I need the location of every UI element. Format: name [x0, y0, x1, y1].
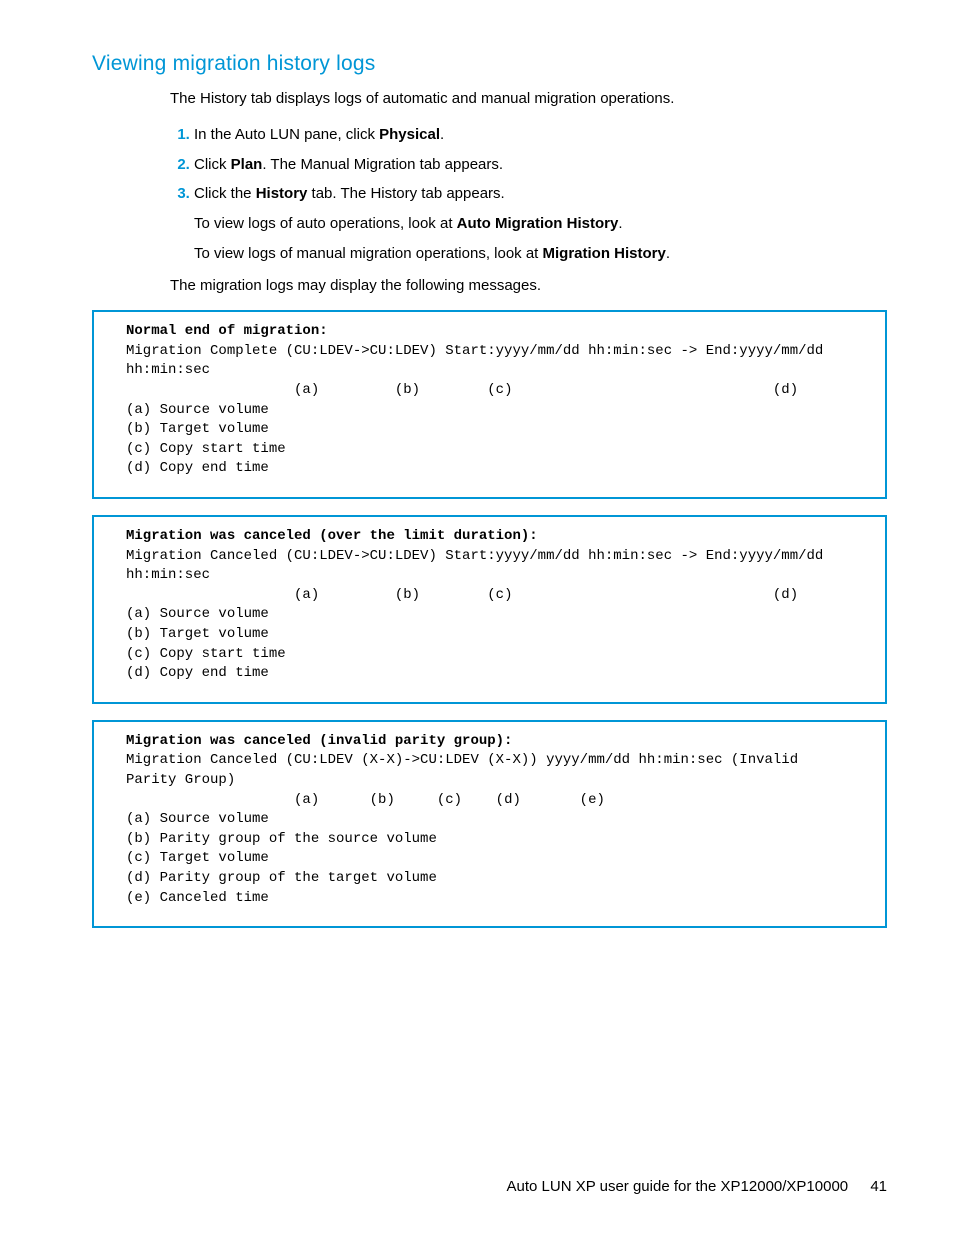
footer-page-number: 41 [870, 1178, 887, 1195]
step-1-post: . [440, 126, 444, 143]
step-3-p1-pre: To view logs of auto operations, look at [194, 215, 457, 232]
intro-paragraph: The History tab displays logs of automat… [170, 88, 887, 110]
section-heading: Viewing migration history logs [92, 52, 887, 76]
log-box-2-title: Migration was canceled (over the limit d… [126, 528, 538, 544]
step-2: Click Plan. The Manual Migration tab app… [194, 154, 887, 176]
step-2-post: . The Manual Migration tab appears. [262, 156, 503, 173]
step-3-post: tab. The History tab appears. [307, 185, 504, 202]
step-3-p1: To view logs of auto operations, look at… [194, 213, 887, 235]
log-box-1-title: Normal end of migration: [126, 323, 328, 339]
step-3-pre: Click the [194, 185, 256, 202]
step-3-p2-bold: Migration History [543, 245, 666, 262]
step-2-bold: Plan [231, 156, 263, 173]
step-3-p2: To view logs of manual migration operati… [194, 243, 887, 265]
step-3-p1-bold: Auto Migration History [457, 215, 619, 232]
log-box-1-body: Migration Complete (CU:LDEV->CU:LDEV) St… [126, 343, 832, 477]
step-3-p1-post: . [618, 215, 622, 232]
outro-paragraph: The migration logs may display the follo… [170, 275, 887, 297]
steps-list: In the Auto LUN pane, click Physical. Cl… [170, 124, 887, 265]
step-3-p2-post: . [666, 245, 670, 262]
footer-title: Auto LUN XP user guide for the XP12000/X… [507, 1178, 849, 1195]
log-box-1: Normal end of migration: Migration Compl… [92, 310, 887, 499]
log-box-3-title: Migration was canceled (invalid parity g… [126, 733, 512, 749]
log-box-2-body: Migration Canceled (CU:LDEV->CU:LDEV) St… [126, 548, 832, 682]
log-box-3: Migration was canceled (invalid parity g… [92, 720, 887, 928]
step-3: Click the History tab. The History tab a… [194, 183, 887, 264]
log-box-2: Migration was canceled (over the limit d… [92, 515, 887, 704]
step-2-pre: Click [194, 156, 231, 173]
step-1: In the Auto LUN pane, click Physical. [194, 124, 887, 146]
step-1-bold: Physical [379, 126, 440, 143]
step-1-pre: In the Auto LUN pane, click [194, 126, 379, 143]
step-3-p2-pre: To view logs of manual migration operati… [194, 245, 543, 262]
log-box-3-body: Migration Canceled (CU:LDEV (X-X)->CU:LD… [126, 752, 807, 905]
page-footer: Auto LUN XP user guide for the XP12000/X… [507, 1178, 887, 1195]
step-3-bold: History [256, 185, 308, 202]
